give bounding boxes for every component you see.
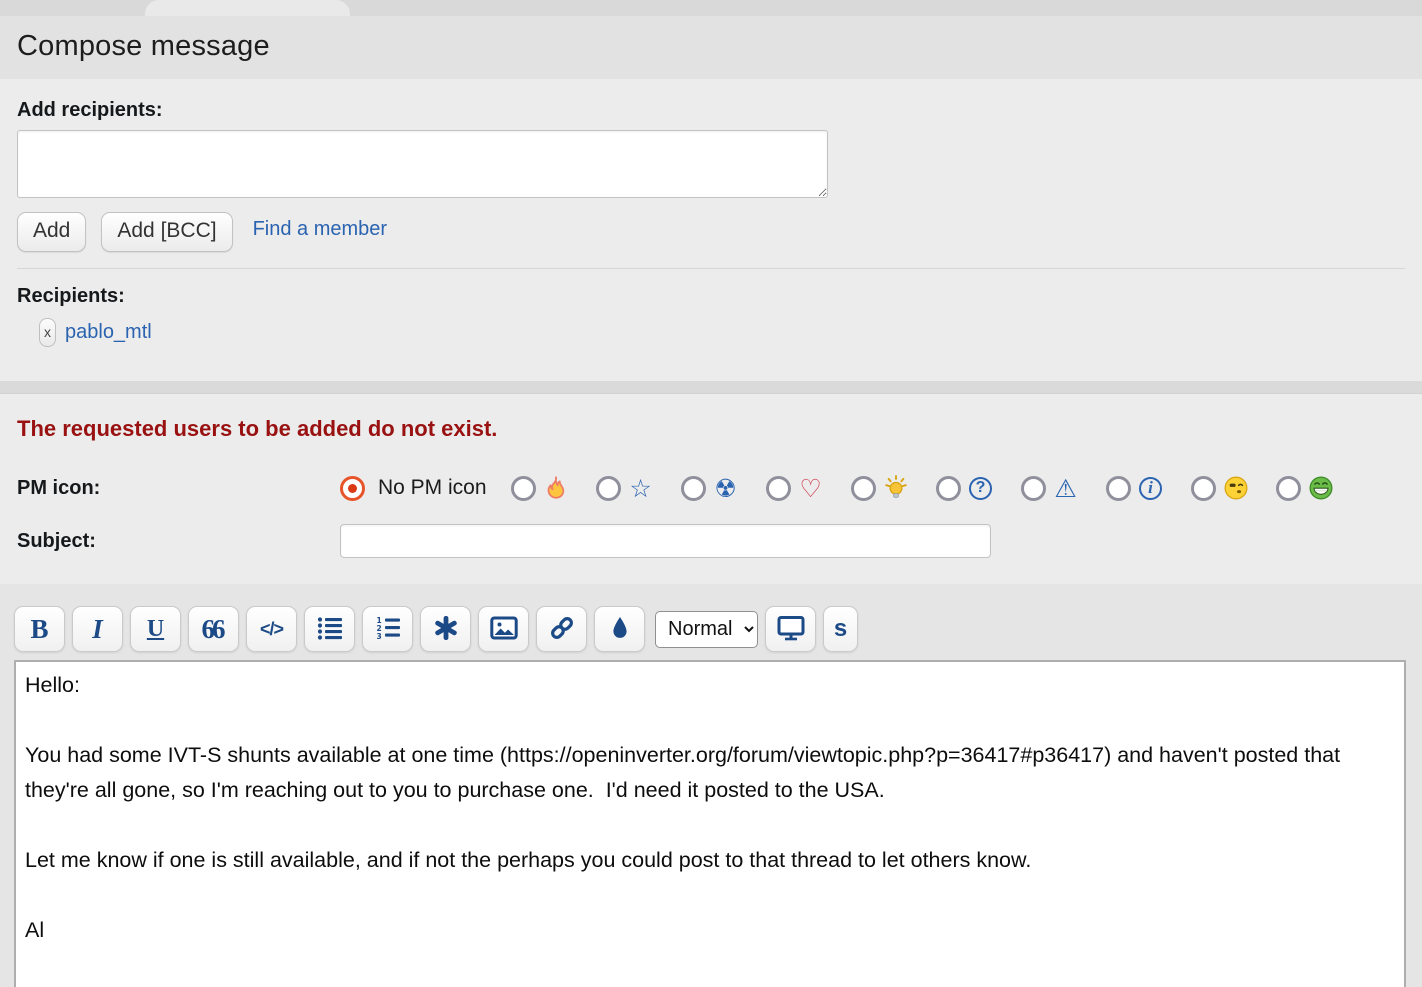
title-band: Compose message [0,16,1422,79]
top-strip [0,0,1422,16]
pm-icon-lightbulb-radio[interactable] [851,476,876,501]
pm-icon-embarrassed-smiley-radio[interactable] [1191,476,1216,501]
bold-button[interactable]: B [14,606,65,652]
alert-icon: ⚠ [1052,474,1080,502]
font-color-button[interactable] [594,606,645,652]
numbered-list-icon: 123 [374,615,402,644]
pm-icon-radioactive-radio[interactable] [681,476,706,501]
svg-text:3: 3 [376,632,381,641]
code-button[interactable]: </> [246,606,297,652]
preview-button[interactable] [765,606,816,652]
message-editor: B I U 66 </> 123 Normal s Hello: You ha [0,584,1422,987]
radioactive-icon: ☢ [712,474,740,502]
heart-icon: ♡ [797,474,825,502]
droplet-icon [609,616,631,643]
strikethrough-button[interactable]: s [823,606,858,652]
quote-icon: 66 [202,614,226,645]
add-recipients-label: Add recipients: [17,99,1405,122]
pm-icon-label: PM icon: [17,477,340,500]
recipient-username-link[interactable]: pablo_mtl [65,321,152,344]
pm-icon-options: No PM icon ☆ ☢ [340,474,1335,502]
monitor-icon [777,615,805,644]
find-member-link[interactable]: Find a member [253,218,388,241]
bulleted-list-button[interactable] [304,606,355,652]
info-icon: i [1137,474,1165,502]
embarrassed-smiley-icon [1222,474,1250,502]
italic-icon: I [92,614,103,645]
compose-panel: Compose message Add recipients: Add Add … [0,16,1422,381]
strikethrough-icon: s [834,615,847,643]
tab-hint [145,0,350,16]
image-button[interactable] [478,606,529,652]
asterisk-icon [433,615,459,644]
lightbulb-icon [882,474,910,502]
page-title: Compose message [17,30,1405,63]
numbered-list-button[interactable]: 123 [362,606,413,652]
link-button[interactable] [536,606,587,652]
add-recipients-textarea[interactable] [17,130,828,198]
pm-icon-heart-radio[interactable] [766,476,791,501]
error-message: The requested users to be added do not e… [17,416,1405,442]
subject-input[interactable] [340,524,991,558]
remove-recipient-button[interactable]: x [39,318,56,347]
underline-icon: U [147,616,164,643]
font-size-select[interactable]: Normal [655,611,758,648]
link-icon [548,614,576,645]
pm-icon-alert-radio[interactable] [1021,476,1046,501]
fire-icon [542,474,570,502]
star-icon: ☆ [627,474,655,502]
recipients-label: Recipients: [17,285,1405,308]
add-button[interactable]: Add [17,212,86,252]
bold-icon: B [30,614,48,645]
pm-icon-none-label: No PM icon [378,476,487,500]
recipient-row: x pablo_mtl [17,316,1405,377]
italic-button[interactable]: I [72,606,123,652]
image-icon [490,616,518,643]
pm-icon-fire-radio[interactable] [511,476,536,501]
grin-smiley-icon [1307,474,1335,502]
pm-icon-question-radio[interactable] [936,476,961,501]
question-icon: ? [967,474,995,502]
bulleted-list-icon [316,615,344,644]
pm-icon-none-radio[interactable] [340,476,365,501]
subject-label: Subject: [17,530,340,553]
panel-gap [0,381,1422,393]
pm-icon-grin-smiley-radio[interactable] [1276,476,1301,501]
bbcode-toolbar: B I U 66 </> 123 Normal s [14,606,1422,652]
add-bcc-button[interactable]: Add [BCC] [101,212,232,252]
pm-icon-star-radio[interactable] [596,476,621,501]
pm-icon-info-radio[interactable] [1106,476,1131,501]
code-icon: </> [260,619,283,640]
quote-button[interactable]: 66 [188,606,239,652]
message-form-panel: The requested users to be added do not e… [0,393,1422,584]
message-textarea[interactable]: Hello: You had some IVT-S shunts availab… [14,660,1406,987]
list-item-button[interactable] [420,606,471,652]
underline-button[interactable]: U [130,606,181,652]
section-divider [17,268,1405,269]
